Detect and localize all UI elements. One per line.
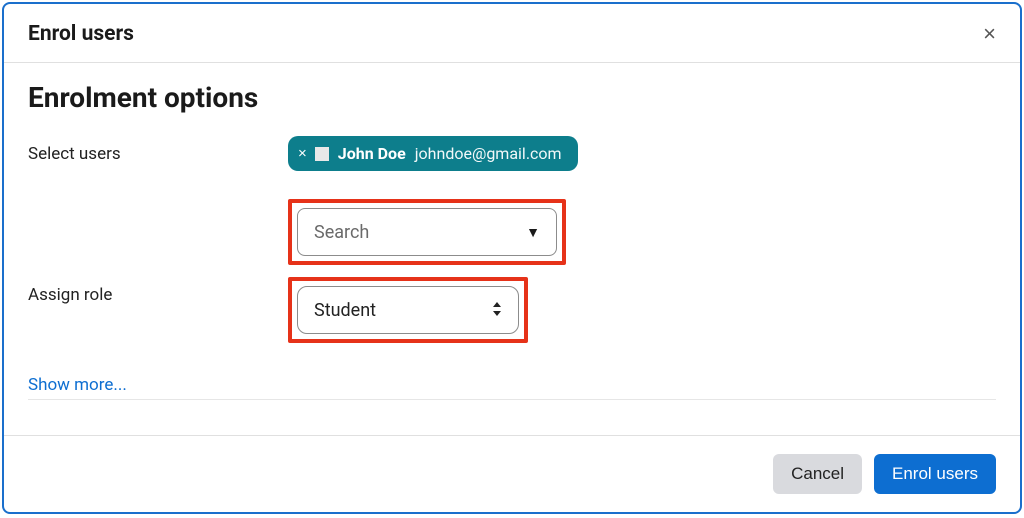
dialog-footer: Cancel Enrol users xyxy=(4,435,1020,512)
avatar-icon xyxy=(315,147,329,161)
search-placeholder: Search xyxy=(314,222,369,243)
assign-role-control: Student xyxy=(288,277,996,343)
chip-user-name: John Doe xyxy=(338,144,406,163)
role-select[interactable]: Student xyxy=(297,286,519,334)
section-title: Enrolment options xyxy=(28,81,996,114)
assign-role-label: Assign role xyxy=(28,277,288,305)
select-users-label: Select users xyxy=(28,136,288,164)
divider xyxy=(28,399,996,400)
sort-icon xyxy=(492,302,502,319)
search-highlight: Search ▼ xyxy=(288,199,566,265)
chip-user-email: johndoe@gmail.com xyxy=(415,144,562,163)
dialog-body: Enrolment options Select users × John Do… xyxy=(4,63,1020,435)
selected-user-chip: × John Doe johndoe@gmail.com xyxy=(288,136,578,171)
dialog-header: Enrol users × xyxy=(4,4,1020,63)
cancel-button[interactable]: Cancel xyxy=(773,454,862,494)
remove-user-icon[interactable]: × xyxy=(298,145,307,162)
close-icon[interactable]: × xyxy=(983,23,996,45)
select-users-control: × John Doe johndoe@gmail.com Search ▼ xyxy=(288,136,996,265)
enrol-users-button[interactable]: Enrol users xyxy=(874,454,996,494)
role-select-value: Student xyxy=(314,300,376,321)
role-highlight: Student xyxy=(288,277,528,343)
enrol-users-dialog: Enrol users × Enrolment options Select u… xyxy=(2,2,1022,514)
show-more-link[interactable]: Show more... xyxy=(28,375,127,395)
chevron-down-icon: ▼ xyxy=(526,224,540,241)
assign-role-row: Assign role Student xyxy=(28,277,996,343)
user-search-dropdown[interactable]: Search ▼ xyxy=(297,208,557,256)
dialog-title: Enrol users xyxy=(28,22,134,46)
select-users-row: Select users × John Doe johndoe@gmail.co… xyxy=(28,136,996,265)
